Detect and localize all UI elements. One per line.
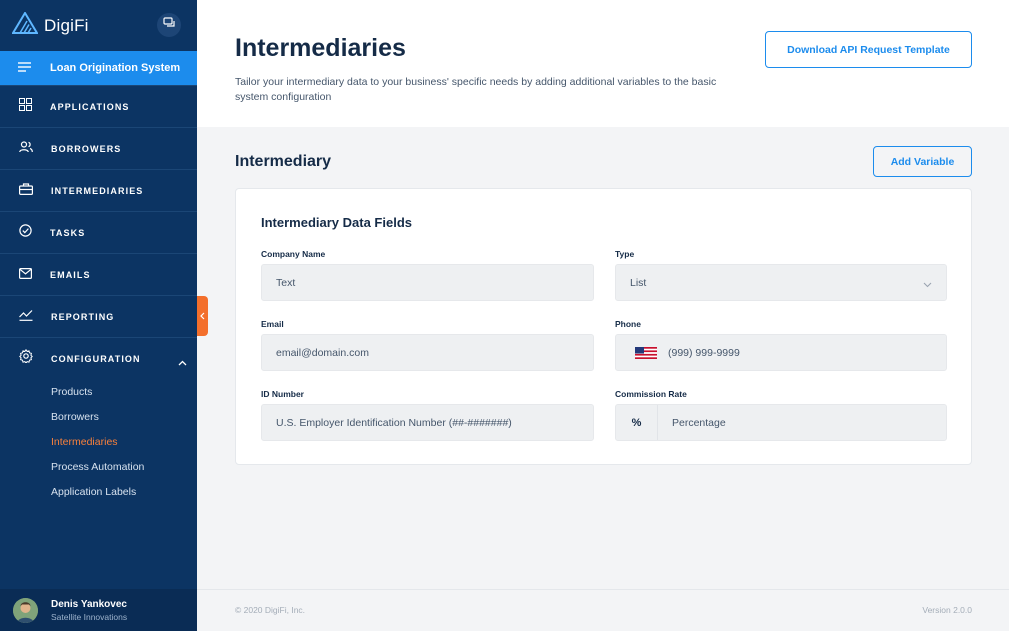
type-value: List [630,276,647,289]
add-variable-button[interactable]: Add Variable [873,146,972,177]
data-fields-card: Intermediary Data Fields Company Name Te… [235,188,972,465]
id-number-value: U.S. Employer Identification Number (##-… [276,416,512,429]
product-name: Loan Origination System [50,62,181,74]
company-name-value: Text [276,276,296,289]
user-profile[interactable]: Denis Yankovec Satellite Innovations [0,589,197,631]
type-select[interactable]: List [615,264,947,301]
id-number-field[interactable]: U.S. Employer Identification Number (##-… [261,404,594,441]
main-content: Intermediaries Tailor your intermediary … [197,0,1009,631]
sub-item-intermediaries[interactable]: Intermediaries [0,429,197,454]
commission-rate-field[interactable]: % Percentage [615,404,947,441]
nav-item-reporting[interactable]: REPORTING [0,295,197,337]
configuration-submenu: Products Borrowers Intermediaries Proces… [0,379,197,505]
phone-label: Phone [615,319,641,329]
nav-label: EMAILS [50,269,91,280]
email-field[interactable]: email@domain.com [261,334,594,371]
footer: © 2020 DigiFi, Inc. Version 2.0.0 [197,589,1009,631]
sub-item-process-automation[interactable]: Process Automation [0,455,197,480]
nav-label: CONFIGURATION [51,353,141,364]
download-api-template-button[interactable]: Download API Request Template [765,31,972,68]
us-flag-icon[interactable] [635,346,657,359]
logo-bar: DigiFi [0,0,197,51]
briefcase-icon [19,182,34,200]
nav-label: REPORTING [51,311,115,322]
chevron-down-icon [923,279,932,291]
nav-item-borrowers[interactable]: BORROWERS [0,127,197,169]
users-icon [19,140,33,158]
id-number-label: ID Number [261,389,304,399]
version-text: Version 2.0.0 [922,605,972,615]
nav-item-applications[interactable]: APPLICATIONS [0,85,197,127]
nav-item-configuration[interactable]: CONFIGURATION [0,337,197,379]
email-value: email@domain.com [276,346,369,359]
copyright-text: © 2020 DigiFi, Inc. [235,605,306,615]
sub-item-application-labels[interactable]: Application Labels [0,480,197,505]
company-name-field[interactable]: Text [261,264,594,301]
nav-label: TASKS [50,227,86,238]
phone-field[interactable]: (999) 999-9999 [615,334,947,371]
user-name: Denis Yankovec [51,598,127,610]
sub-item-products[interactable]: Products [0,379,197,404]
gear-icon [19,348,33,368]
commission-rate-label: Commission Rate [615,389,687,399]
phone-value: (999) 999-9999 [668,346,740,359]
commission-rate-value: Percentage [672,416,726,429]
mail-icon [19,266,33,284]
nav-label: APPLICATIONS [50,101,130,112]
section-title: Intermediary [235,153,332,170]
chevron-up-icon[interactable] [178,353,187,371]
check-circle-icon [19,223,32,242]
sidebar: DigiFi Loan Origination System APPLICATI… [0,0,197,631]
digifi-logo-icon [11,11,39,39]
email-label: Email [261,319,284,329]
page-header: Intermediaries Tailor your intermediary … [197,0,1009,127]
chat-button[interactable] [157,13,181,37]
nav-label: INTERMEDIARIES [51,185,144,196]
menu-icon [18,59,32,77]
sub-item-borrowers[interactable]: Borrowers [0,404,197,429]
nav-item-emails[interactable]: EMAILS [0,253,197,295]
user-organization: Satellite Innovations [51,611,128,622]
nav-item-tasks[interactable]: TASKS [0,211,197,253]
nav-label: BORROWERS [51,143,122,154]
page-description: Tailor your intermediary data to your bu… [235,76,717,103]
trend-icon [19,308,33,326]
avatar [13,597,38,623]
company-name-label: Company Name [261,249,326,259]
grid-icon [19,97,32,116]
card-title: Intermediary Data Fields [261,215,412,230]
brand-name: DigiFi [44,15,89,35]
type-label: Type [615,249,635,259]
chat-icon [162,16,176,34]
percent-prefix: % [616,405,658,440]
nav-item-intermediaries[interactable]: INTERMEDIARIES [0,169,197,211]
product-switcher[interactable]: Loan Origination System [0,51,197,85]
